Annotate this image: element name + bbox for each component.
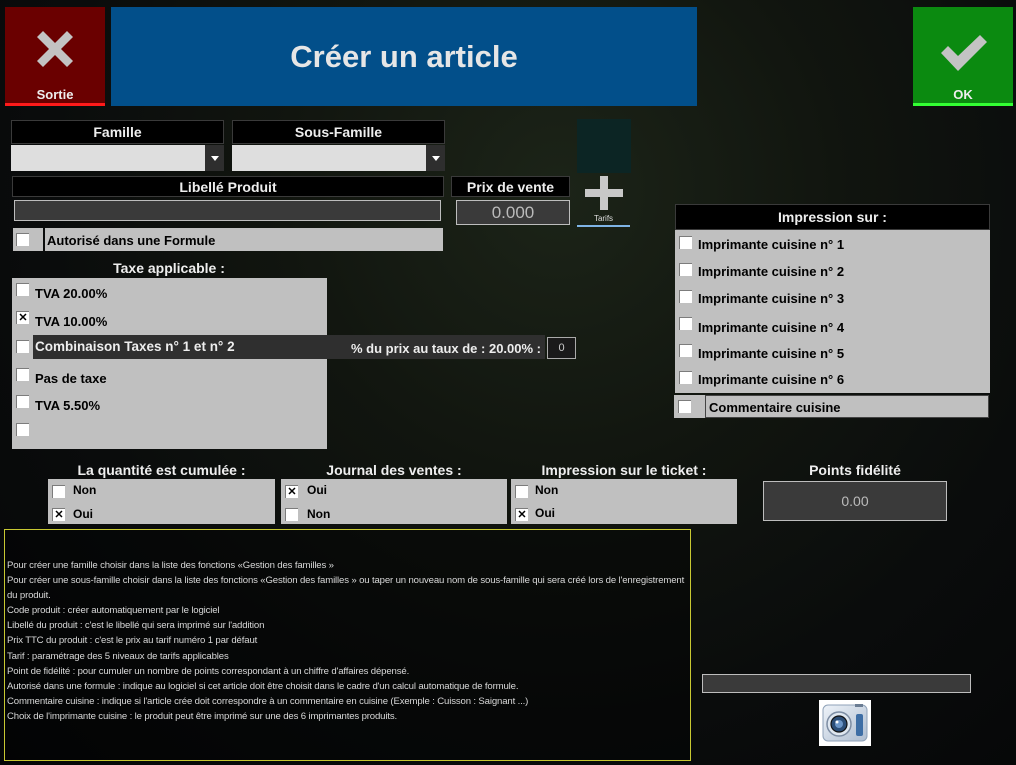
taxe-checkbox-5[interactable]: [16, 395, 29, 408]
quantite-panel: Non ✕ Oui: [48, 479, 275, 524]
taxe-option-4: Pas de taxe: [35, 371, 107, 386]
impression-title: Impression sur :: [675, 204, 990, 230]
exit-label: Sortie: [36, 87, 74, 102]
printer-option-2: Imprimante cuisine n° 2: [698, 264, 845, 279]
commentaire-checkbox[interactable]: [678, 400, 691, 413]
printer-option-1: Imprimante cuisine n° 1: [698, 237, 845, 252]
close-icon: [37, 31, 73, 67]
combinaison-pct-label: % du prix au taux de : 20.00% :: [351, 341, 541, 356]
ticket-checkbox-non[interactable]: [515, 485, 528, 498]
fidelite-input[interactable]: 0.00: [763, 481, 947, 521]
tarifs-underline: [577, 225, 630, 227]
taxe-checkbox-1[interactable]: [16, 283, 29, 296]
taxe-panel: TVA 20.00% ✕ TVA 10.00% Pas de taxe TVA …: [12, 278, 327, 449]
taxe-checkbox-4[interactable]: [16, 368, 29, 381]
journal-checkbox-oui[interactable]: ✕: [285, 485, 298, 498]
help-line: Choix de l'imprimante cuisine : le produ…: [7, 710, 398, 722]
image-path-input[interactable]: [702, 674, 971, 693]
combinaison-row: Combinaison Taxes n° 1 et n° 2 % du prix…: [33, 335, 545, 359]
help-line: Libellé du produit : c'est le libellé qu…: [7, 620, 265, 632]
taxe-title: Taxe applicable :: [113, 260, 225, 276]
sous-famille-label: Sous-Famille: [232, 120, 445, 144]
quantite-option-non: Non: [73, 483, 97, 497]
prix-label: Prix de vente: [451, 176, 570, 197]
ok-label: OK: [953, 87, 973, 102]
quantite-title: La quantité est cumulée :: [77, 462, 246, 478]
printer-checkbox-5[interactable]: [679, 344, 692, 357]
libelle-input[interactable]: [14, 200, 441, 221]
printer-checkbox-4[interactable]: [679, 317, 692, 330]
taxe-option-2: TVA 10.00%: [35, 314, 108, 329]
help-line: Tarif : paramétrage des 5 niveaux de tar…: [7, 650, 229, 662]
commentaire-label: Commentaire cuisine: [705, 395, 989, 418]
ticket-option-oui: Oui: [535, 506, 555, 520]
formule-checkbox-cell: [13, 228, 43, 251]
journal-panel: ✕ Oui Non: [281, 479, 507, 524]
help-panel: Pour créer une famille choisir dans la l…: [4, 529, 691, 761]
help-line: Autorisé dans une formule : indique au l…: [7, 680, 519, 692]
ticket-title: Impression sur le ticket :: [541, 462, 707, 478]
page-title-bar: Créer un article: [111, 7, 697, 106]
plus-icon: [585, 176, 623, 210]
printer-checkbox-1[interactable]: [679, 236, 692, 249]
journal-option-non: Non: [307, 507, 331, 521]
ok-button[interactable]: OK: [913, 7, 1013, 106]
famille-label: Famille: [11, 120, 224, 144]
journal-option-oui: Oui: [307, 483, 327, 497]
ticket-option-non: Non: [535, 483, 559, 497]
taxe-checkbox-3[interactable]: [16, 340, 29, 353]
page-title: Créer un article: [290, 38, 518, 74]
ticket-checkbox-oui[interactable]: ✕: [515, 508, 528, 521]
taxe-checkbox-2[interactable]: ✕: [16, 311, 29, 324]
printer-option-3: Imprimante cuisine n° 3: [698, 291, 845, 306]
famille-select[interactable]: [11, 145, 205, 171]
taxe-checkbox-6[interactable]: [16, 423, 29, 436]
quantite-checkbox-non[interactable]: [52, 485, 65, 498]
camera-button[interactable]: [819, 700, 871, 746]
printer-option-5: Imprimante cuisine n° 5: [698, 346, 845, 361]
help-line: Pour créer une famille choisir dans la l…: [7, 560, 334, 571]
impression-panel: Imprimante cuisine n° 1 Imprimante cuisi…: [675, 230, 990, 393]
ticket-panel: Non ✕ Oui: [511, 479, 737, 524]
formule-label: Autorisé dans une Formule: [45, 228, 443, 251]
tarifs-label: Tarifs: [593, 214, 614, 223]
sous-famille-dropdown-arrow-icon[interactable]: [426, 145, 445, 171]
taxe-option-3: Combinaison Taxes n° 1 et n° 2: [35, 339, 235, 354]
printer-checkbox-3[interactable]: [679, 290, 692, 303]
commentaire-checkbox-cell: [674, 395, 705, 418]
help-line: Pour créer une sous-famille choisir dans…: [7, 575, 685, 587]
libelle-label: Libellé Produit: [12, 176, 444, 197]
quantite-option-oui: Oui: [73, 507, 93, 521]
camera-icon: [822, 704, 868, 742]
prix-input[interactable]: 0.000: [456, 200, 570, 225]
journal-title: Journal des ventes :: [326, 462, 462, 478]
product-image-placeholder: [577, 119, 631, 173]
formule-checkbox[interactable]: [16, 233, 29, 246]
printer-checkbox-2[interactable]: [679, 263, 692, 276]
journal-checkbox-non[interactable]: [285, 508, 298, 521]
printer-option-4: Imprimante cuisine n° 4: [698, 320, 845, 335]
taxe-option-5: TVA 5.50%: [35, 398, 101, 413]
help-line: Commentaire cuisine : indique si l'artic…: [7, 695, 529, 707]
taxe-option-1: TVA 20.00%: [35, 286, 108, 301]
tarifs-button[interactable]: Tarifs: [577, 176, 630, 228]
fidelite-title: Points fidélité: [809, 462, 901, 478]
help-line: Code produit : créer automatiquement par…: [7, 605, 220, 617]
famille-dropdown-arrow-icon[interactable]: [205, 145, 224, 171]
exit-button[interactable]: Sortie: [5, 7, 105, 106]
printer-checkbox-6[interactable]: [679, 371, 692, 384]
sous-famille-select[interactable]: [232, 145, 426, 171]
help-line: du produit.: [7, 590, 51, 602]
combinaison-pct-input[interactable]: 0: [547, 337, 576, 359]
printer-option-6: Imprimante cuisine n° 6: [698, 372, 845, 387]
quantite-checkbox-oui[interactable]: ✕: [52, 508, 65, 521]
check-icon: [941, 35, 987, 71]
help-line: Point de fidélité : pour cumuler un nomb…: [7, 665, 410, 677]
help-line: Prix TTC du produit : c'est le prix au t…: [7, 635, 258, 647]
